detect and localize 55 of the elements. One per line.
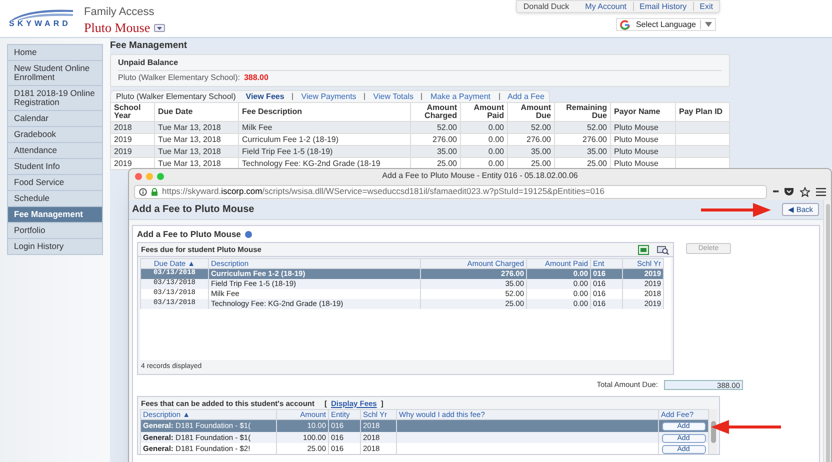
tab-link[interactable]: View Payments <box>301 90 356 102</box>
tab-link[interactable]: Make a Payment <box>430 90 490 102</box>
print-preview-icon[interactable] <box>657 244 669 254</box>
tab-link[interactable]: View Totals <box>373 90 414 102</box>
sidebar-item[interactable]: Calendar <box>8 111 102 126</box>
header-link[interactable]: Email History <box>640 0 687 12</box>
pointer-arrow-icon <box>711 419 781 435</box>
window-title: Add a Fee to Pluto Mouse - Entity 016 - 05.18.02.00.06 <box>382 170 578 182</box>
info-icon <box>139 188 147 196</box>
student-tab[interactable]: Pluto (Walker Elementary School) <box>116 90 236 102</box>
help-icon[interactable] <box>244 231 252 238</box>
caret-icon <box>705 22 712 27</box>
balance-label: Pluto (Walker Elementary School): <box>118 73 240 83</box>
sidebar-item[interactable]: New Student Online Enrollment <box>8 61 102 85</box>
header-link[interactable]: Exit <box>700 0 713 12</box>
spreadsheet-export-icon[interactable] <box>638 244 649 254</box>
app-title: Family Access <box>84 6 156 20</box>
sidebar-item[interactable]: Gradebook <box>8 127 102 142</box>
sidebar-item[interactable]: Attendance <box>8 143 102 158</box>
sidebar-item[interactable]: Portfolio <box>8 223 102 238</box>
column-header[interactable]: School Year <box>110 102 154 122</box>
column-header[interactable]: Due Date <box>154 102 238 122</box>
close-icon[interactable] <box>135 172 142 180</box>
user-name: Donald Duck <box>523 0 570 12</box>
logo-text: SKYWARD <box>9 20 71 28</box>
panel-title: Unpaid Balance <box>118 58 722 71</box>
star-icon[interactable] <box>800 186 810 196</box>
pocket-icon[interactable] <box>784 187 794 196</box>
dropdown-icon[interactable] <box>154 24 166 32</box>
sidebar-item[interactable]: Student Info <box>8 159 102 174</box>
page-title: Fee Management <box>110 39 188 53</box>
sidebar-item[interactable]: Login History <box>8 239 102 254</box>
column-header[interactable]: Fee Description <box>238 102 410 122</box>
balance-amount: 388.00 <box>244 73 268 83</box>
url-field[interactable]: https://skyward.iscorp.com/scripts/wsisa.dll/WService=wseduccsd181il/sfamaedit023.w?pStuId=19125&pEntities=016 <box>134 184 767 198</box>
pointer-arrow-icon <box>701 202 771 218</box>
lock-icon <box>151 188 158 196</box>
sidebar-item[interactable]: Food Service <box>8 175 102 190</box>
language-select[interactable]: Select Language <box>616 18 716 31</box>
student-name[interactable]: Pluto Mouse <box>84 20 150 36</box>
section-title: Add a Fee to Pluto Mouse <box>137 228 241 241</box>
popup-page-title: Add a Fee to Pluto Mouse <box>132 203 254 217</box>
sidebar-item[interactable]: Home <box>8 45 102 60</box>
page-scrollbar[interactable] <box>823 200 831 462</box>
google-g-icon <box>620 20 630 30</box>
sidebar-item[interactable]: D181 2018-19 Online Registration <box>8 86 102 110</box>
url-text: https://skyward.iscorp.com/scripts/wsisa.dll/WService=wseduccsd181il/sfamaedit023.w?pStuId=19125&pEntities=016 <box>162 186 604 198</box>
header-link[interactable]: My Account <box>585 0 627 12</box>
sidebar-item[interactable]: Fee Management <box>8 207 102 222</box>
more-icon[interactable]: ••• <box>772 186 778 198</box>
scrollbar[interactable] <box>709 409 717 454</box>
sidebar-item[interactable]: Schedule <box>8 191 102 206</box>
menu-icon[interactable] <box>816 188 826 196</box>
tab-link[interactable]: View Fees <box>246 90 284 102</box>
tab-link[interactable]: Add a Fee <box>508 90 544 102</box>
